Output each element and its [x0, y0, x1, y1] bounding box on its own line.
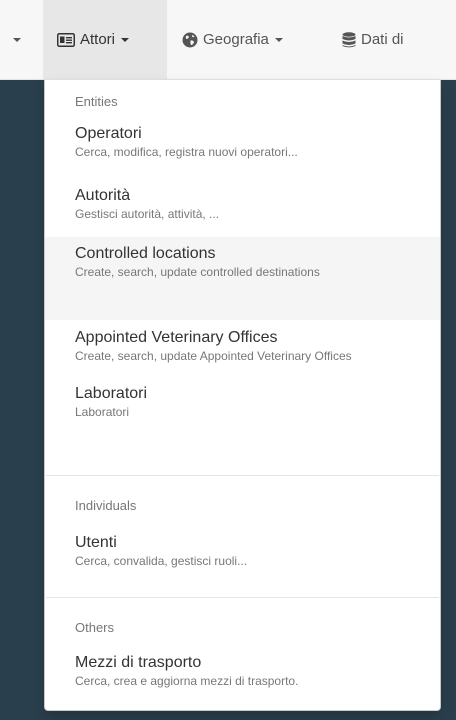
database-icon: [342, 31, 356, 48]
id-card-icon: [57, 32, 75, 47]
menu-item-description: Cerca, modifica, registra nuovi operator…: [75, 145, 298, 159]
nav-geografia-label: Geografia: [203, 31, 269, 48]
nav-dati-label: Dati di: [361, 31, 404, 48]
menu-item-description: Gestisci autorità, attività, ...: [75, 207, 220, 221]
menu-item-description: Laboratori: [75, 405, 130, 419]
nav-attori-dropdown[interactable]: Attori: [43, 0, 167, 79]
section-header-individuals: Individuals: [75, 498, 137, 513]
previous-menu-caret[interactable]: [10, 0, 24, 79]
section-header-entities: Entities: [75, 94, 118, 109]
menu-item-title: Utenti: [75, 534, 117, 551]
top-navbar: Attori Geografia Dati di: [0, 0, 456, 80]
menu-item-laboratori[interactable]: Laboratori Laboratori: [45, 384, 440, 432]
menu-item-title: Autorità: [75, 187, 131, 204]
menu-item-autorita[interactable]: Autorità Gestisci autorità, attività, ..…: [45, 186, 440, 234]
menu-item-mezzi-di-trasporto[interactable]: Mezzi di trasporto Cerca, crea e aggiorn…: [45, 653, 440, 701]
globe-icon: [182, 32, 198, 48]
menu-item-operatori[interactable]: Operatori Cerca, modifica, registra nuov…: [45, 124, 440, 176]
menu-item-description: Create, search, update controlled destin…: [75, 265, 320, 279]
menu-item-title: Laboratori: [75, 385, 148, 402]
menu-divider: [46, 597, 439, 598]
nav-dati-dropdown[interactable]: Dati di: [342, 0, 404, 79]
menu-item-description: Cerca, crea e aggiorna mezzi di trasport…: [75, 674, 299, 688]
nav-attori-label: Attori: [80, 31, 116, 48]
page-background: [0, 80, 44, 720]
nav-geografia-dropdown[interactable]: Geografia: [182, 0, 283, 79]
menu-item-title: Operatori: [75, 125, 142, 142]
caret-down-icon: [274, 37, 283, 42]
menu-item-description: Cerca, convalida, gestisci ruoli...: [75, 554, 248, 568]
menu-item-description: Create, search, update Appointed Veterin…: [75, 349, 352, 363]
caret-down-icon: [121, 37, 130, 42]
section-header-others: Others: [75, 620, 115, 635]
attori-dropdown-menu: Entities Operatori Cerca, modifica, regi…: [44, 80, 441, 711]
menu-item-title: Controlled locations: [75, 245, 216, 262]
menu-divider: [46, 475, 439, 476]
menu-item-title: Appointed Veterinary Offices: [75, 329, 278, 346]
menu-item-controlled-locations[interactable]: Controlled locations Create, search, upd…: [45, 237, 440, 320]
caret-down-icon: [13, 37, 21, 42]
menu-item-title: Mezzi di trasporto: [75, 654, 202, 671]
menu-item-utenti[interactable]: Utenti Cerca, convalida, gestisci ruoli.…: [45, 533, 440, 581]
